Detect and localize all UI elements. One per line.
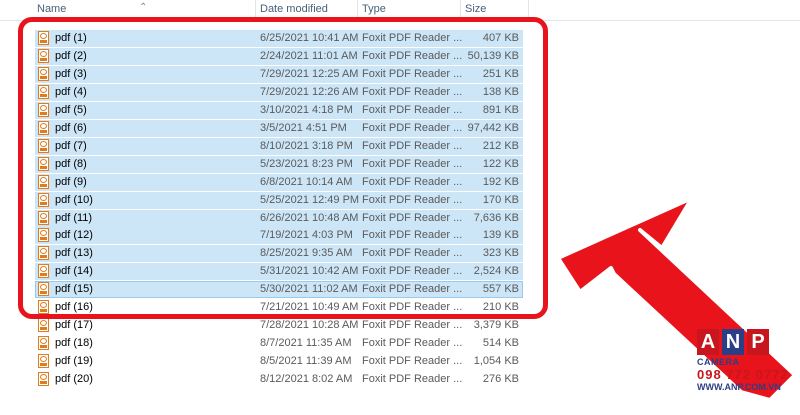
red-pointer-arrow: [556, 196, 797, 402]
logo-letter-p: P: [747, 329, 769, 355]
logo-tagline: CAMERA: [697, 357, 740, 367]
logo-phone: 098 772 0772: [697, 367, 789, 382]
logo-website: WWW.ANP.COM.VN: [697, 382, 781, 392]
logo-letter-n: N: [722, 329, 744, 355]
logo-letter-a: A: [697, 329, 719, 355]
anp-logo: A N P CAMERA 098 772 0772 WWW.ANP.COM.VN: [697, 329, 797, 413]
